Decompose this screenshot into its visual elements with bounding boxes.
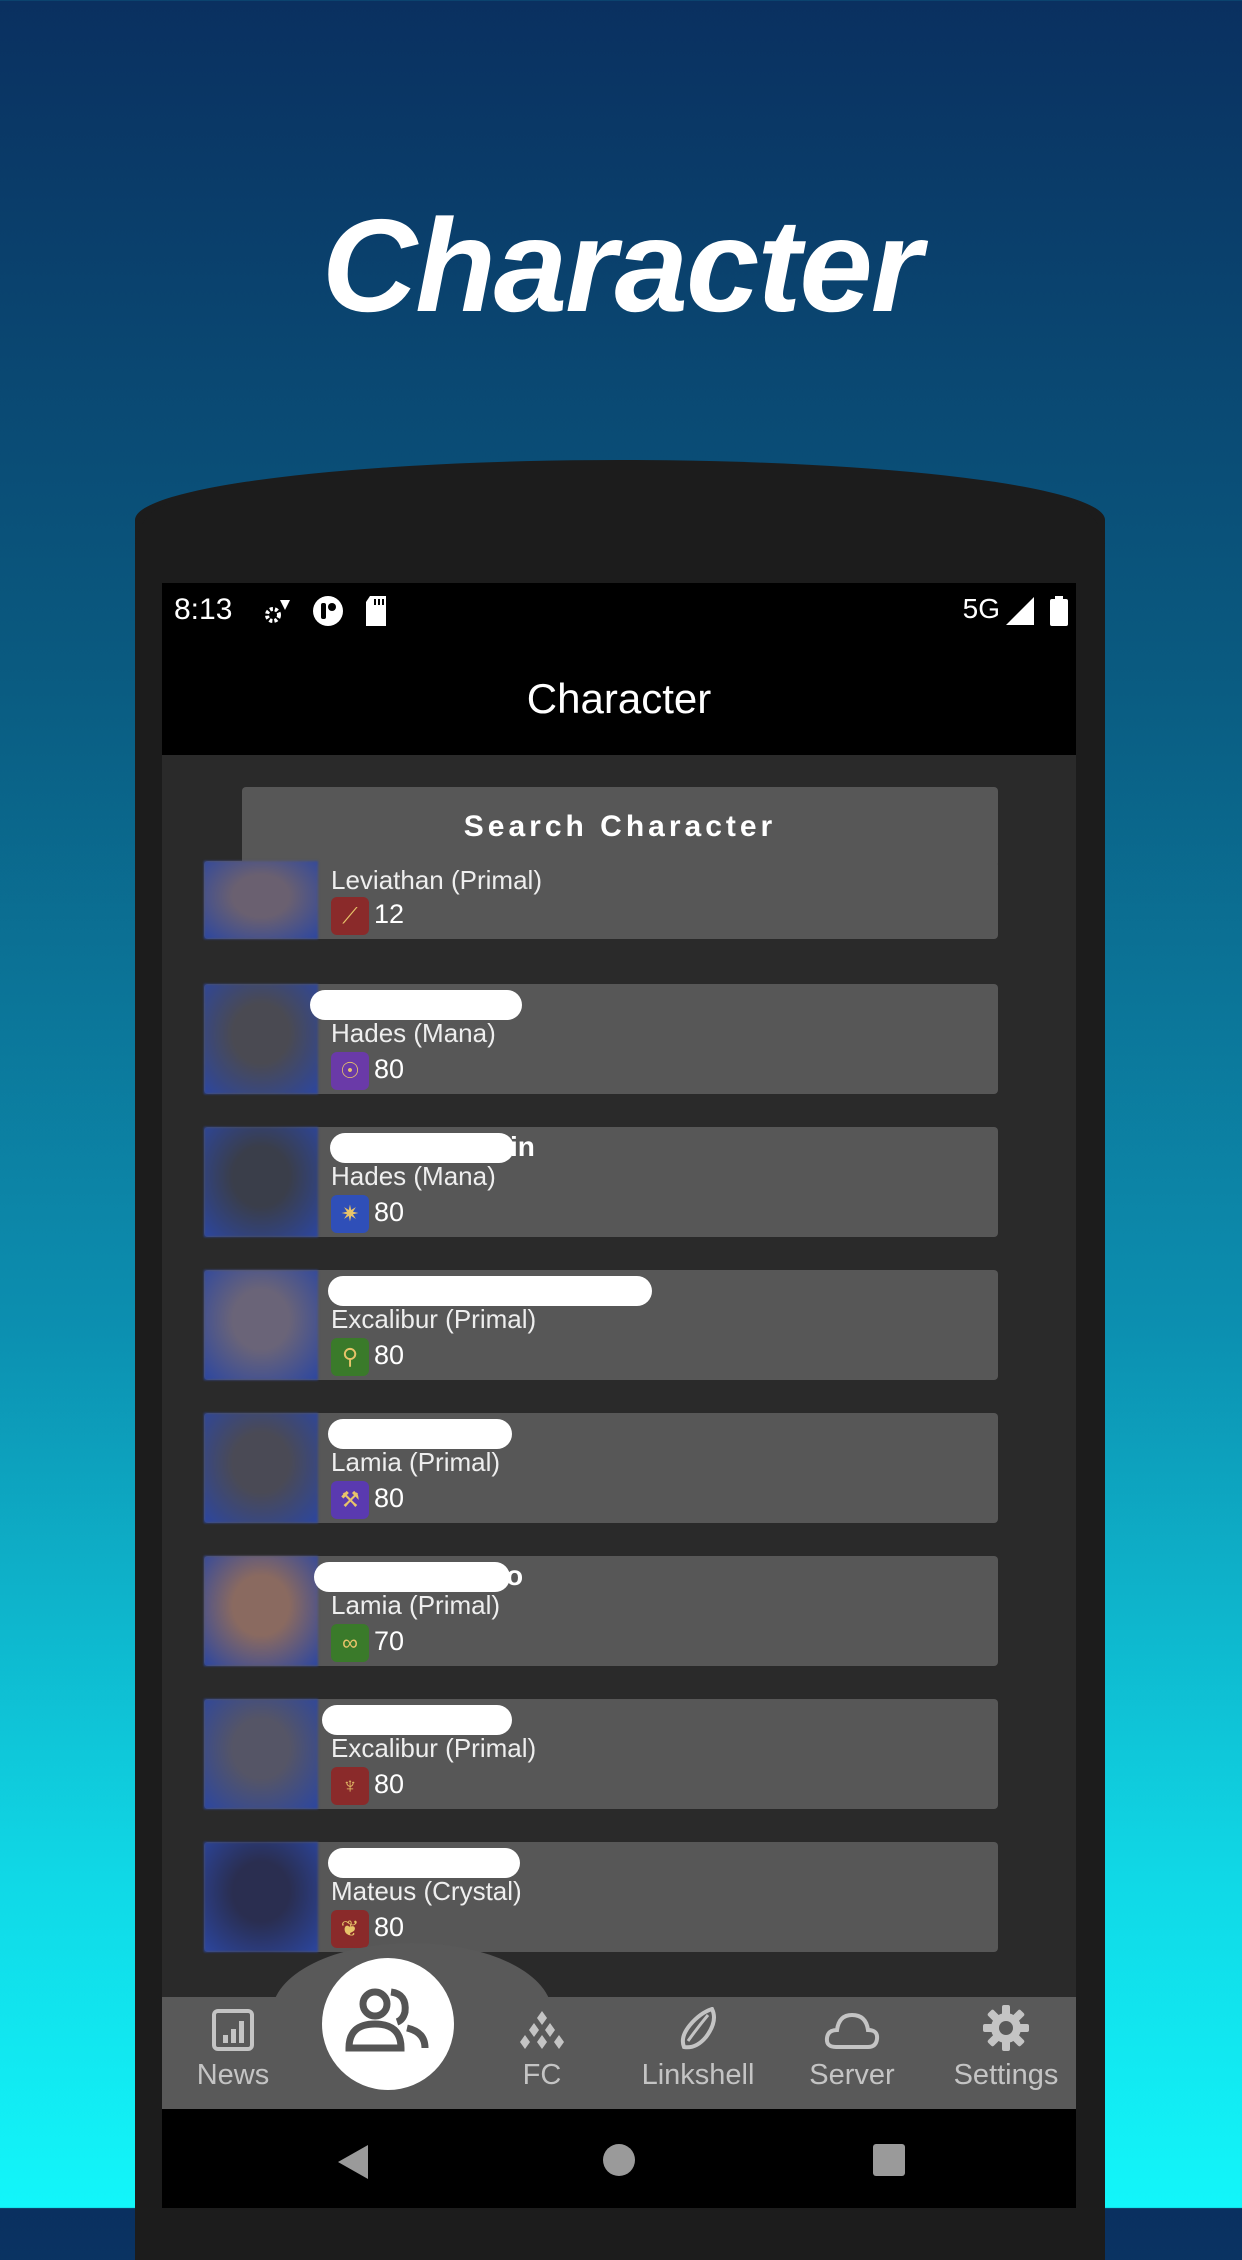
character-server: Hades (Mana) — [331, 1018, 496, 1048]
app-bar-title: Character — [162, 643, 1076, 755]
character-avatar — [204, 984, 318, 1094]
character-avatar — [204, 1842, 318, 1952]
red-mage-icon: ❦ — [331, 1910, 369, 1948]
nav-item-server[interactable]: Server — [782, 2003, 922, 2092]
sd-card-icon — [364, 593, 388, 629]
nav-label-settings: Settings — [953, 2059, 1059, 2091]
gear-icon — [983, 2005, 1029, 2059]
system-nav-bar — [162, 2109, 1076, 2208]
character-row[interactable]: Leviathan (Primal) ⟋ 12 — [204, 861, 998, 939]
diamonds-icon — [517, 2011, 567, 2059]
character-level: 80 — [374, 1912, 405, 1942]
character-level: 80 — [374, 1769, 405, 1799]
character-server: Lamia (Primal) — [331, 1447, 501, 1477]
cloud-icon — [824, 2011, 880, 2059]
status-time: 8:13 — [174, 593, 233, 626]
dragoon-icon: ♆ — [331, 1767, 369, 1805]
summoner-icon: ☉ — [331, 1052, 369, 1090]
character-avatar — [204, 1127, 318, 1237]
search-character-button[interactable]: Search Character — [242, 787, 998, 867]
character-row[interactable]: Excalibur (Primal) ⚲ 80 — [204, 1270, 998, 1380]
nav-label-server: Server — [809, 2059, 895, 2091]
name-fragment: in — [510, 1131, 535, 1162]
back-icon[interactable] — [336, 2143, 370, 2186]
astrologian-icon: ✷ — [331, 1195, 369, 1233]
nav-item-settings[interactable]: Settings — [936, 2003, 1076, 2092]
name-redaction — [310, 990, 522, 1020]
character-avatar — [204, 1270, 318, 1380]
character-row[interactable]: in Hades (Mana) ✷ 80 — [204, 1127, 998, 1237]
character-avatar — [204, 1556, 318, 1666]
recents-icon[interactable] — [872, 2143, 906, 2182]
battery-icon — [1050, 593, 1068, 629]
character-server: Excalibur (Primal) — [331, 1304, 537, 1334]
name-redaction — [328, 1419, 512, 1449]
character-level: 70 — [374, 1626, 405, 1656]
status-bar: 8:13 5G — [162, 583, 1076, 643]
shell-icon — [678, 2006, 718, 2059]
character-row[interactable]: o Lamia (Primal) ∞ 70 — [204, 1556, 998, 1666]
character-avatar — [204, 861, 318, 939]
lancer-icon: ⟋ — [331, 897, 369, 935]
people-icon — [345, 1986, 431, 2063]
nav-item-character-active[interactable] — [322, 1958, 454, 2090]
name-redaction — [314, 1562, 510, 1592]
character-level: 80 — [374, 1054, 405, 1084]
nav-label-news: News — [196, 2059, 270, 2091]
settings-sync-icon — [262, 593, 292, 629]
nav-label-linkshell: Linkshell — [641, 2059, 755, 2091]
character-level: 80 — [374, 1340, 405, 1370]
nav-item-fc[interactable]: FC — [472, 2003, 612, 2092]
character-level: 12 — [374, 899, 405, 929]
name-fragment: o — [506, 1560, 524, 1591]
name-redaction — [328, 1848, 520, 1878]
character-row[interactable]: Mateus (Crystal) ❦ 80 — [204, 1842, 998, 1952]
name-redaction — [330, 1133, 514, 1163]
app-notification-icon — [312, 593, 344, 629]
character-level: 80 — [374, 1197, 405, 1227]
name-redaction — [322, 1705, 512, 1735]
phone-screen: 8:13 5G Character Search Character Levia… — [162, 583, 1076, 2208]
character-server: Leviathan (Primal) — [331, 865, 542, 895]
character-server: Excalibur (Primal) — [331, 1733, 537, 1763]
conjurer-icon: ⚲ — [331, 1338, 369, 1376]
character-avatar — [204, 1699, 318, 1809]
chart-icon — [212, 2009, 254, 2059]
nav-item-news[interactable]: News — [163, 2003, 303, 2092]
character-row[interactable]: Hades (Mana) ☉ 80 — [204, 984, 998, 1094]
character-avatar — [204, 1413, 318, 1523]
signal-icon — [1006, 593, 1034, 629]
network-type: 5G — [962, 593, 1000, 624]
character-server: Hades (Mana) — [331, 1161, 496, 1191]
nav-label-fc: FC — [522, 2059, 562, 2091]
character-row[interactable]: Lamia (Primal) ⚒ 80 — [204, 1413, 998, 1523]
blacksmith-icon: ⚒ — [331, 1481, 369, 1519]
name-redaction — [328, 1276, 652, 1306]
nav-item-linkshell[interactable]: Linkshell — [628, 2003, 768, 2092]
home-icon[interactable] — [602, 2143, 636, 2182]
character-row[interactable]: Excalibur (Primal) ♆ 80 — [204, 1699, 998, 1809]
character-server: Mateus (Crystal) — [331, 1876, 522, 1906]
botanist-icon: ∞ — [331, 1624, 369, 1662]
character-server: Lamia (Primal) — [331, 1590, 501, 1620]
promo-title: Character — [321, 192, 922, 339]
character-level: 80 — [374, 1483, 405, 1513]
